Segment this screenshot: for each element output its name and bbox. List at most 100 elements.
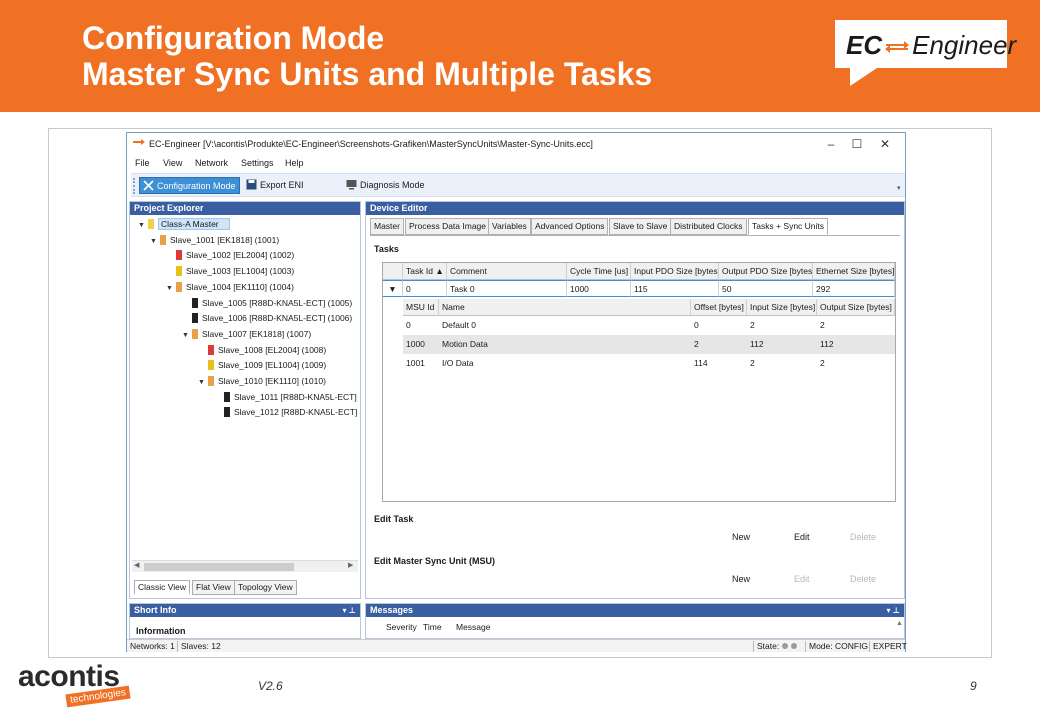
collapse-icon[interactable]: ▼ — [138, 219, 148, 233]
tab-flat-view[interactable]: Flat View — [192, 580, 235, 595]
diagnosis-mode-button[interactable]: Diagnosis Mode — [343, 177, 428, 194]
task-delete-button[interactable]: Delete — [850, 532, 876, 542]
task-edit-button[interactable]: Edit — [794, 532, 810, 542]
page-number: 9 — [970, 679, 977, 693]
tree-node[interactable]: Slave_1002 [EL2004] (1002) — [166, 248, 294, 262]
tree-node[interactable]: Slave_1008 [EL2004] (1008) — [198, 343, 326, 357]
col-offset[interactable]: Offset [bytes] — [691, 299, 747, 316]
device-icon — [192, 297, 198, 308]
msu-cell[interactable]: 112 — [747, 336, 817, 353]
msu-cell[interactable]: 0 — [691, 317, 747, 334]
task-new-button[interactable]: New — [732, 532, 750, 542]
col-output-size[interactable]: Output Size [bytes] — [817, 299, 895, 316]
arrows-icon — [884, 40, 910, 54]
col-message[interactable]: Message — [456, 622, 491, 632]
menu-help[interactable]: Help — [285, 158, 304, 168]
col-ethernet-size[interactable]: Ethernet Size [bytes] — [813, 263, 895, 280]
tools-icon — [143, 180, 154, 191]
minimize-icon[interactable]: – — [823, 136, 839, 152]
tree-node[interactable]: Slave_1006 [R88D-KNA5L-ECT] (1006) — [182, 311, 352, 325]
tree-node[interactable]: ▼ Slave_1001 [EK1818] (1001) — [150, 233, 279, 247]
scroll-right-icon[interactable]: ▶ — [348, 561, 353, 569]
scroll-left-icon[interactable]: ◀ — [134, 561, 139, 569]
msu-cell[interactable]: 112 — [817, 336, 895, 353]
task-id-cell[interactable]: 0 — [403, 280, 447, 297]
tree-node[interactable]: Slave_1011 [R88D-KNA5L-ECT] — [214, 390, 357, 404]
task-comment-cell[interactable]: Task 0 — [447, 280, 567, 297]
tree-node[interactable]: Slave_1009 [EL1004] (1009) — [198, 358, 326, 372]
task-ethernet-size-cell[interactable]: 292 — [813, 280, 895, 297]
task-output-pdo-cell[interactable]: 50 — [719, 280, 813, 297]
col-input-size[interactable]: Input Size [bytes] — [747, 299, 817, 316]
collapse-icon[interactable]: ▼ — [150, 235, 160, 249]
configuration-mode-button[interactable]: Configuration Mode — [139, 177, 240, 194]
msu-cell[interactable]: 2 — [817, 355, 895, 372]
messages-scroll-up-icon[interactable]: ▲ — [896, 620, 903, 627]
msu-delete-button[interactable]: Delete — [850, 574, 876, 584]
toolbar-overflow-icon[interactable]: ▾ — [897, 184, 901, 192]
tree-node[interactable]: ▼ Class-A Master — [138, 217, 230, 231]
msu-cell[interactable]: 1000 — [403, 336, 439, 353]
tab-tasks-sync-units[interactable]: Tasks + Sync Units — [748, 218, 829, 235]
col-msu-name[interactable]: Name — [439, 299, 691, 316]
tab-topology-view[interactable]: Topology View — [234, 580, 297, 595]
col-output-pdo-size[interactable]: Output PDO Size [bytes] — [719, 263, 813, 280]
tree-node[interactable]: Slave_1003 [EL1004] (1003) — [166, 264, 294, 278]
msu-cell[interactable]: 2 — [747, 317, 817, 334]
msu-cell[interactable]: Default 0 — [439, 317, 691, 334]
menu-file[interactable]: File — [135, 158, 150, 168]
acontis-logo: acontis technologies — [18, 660, 131, 710]
msu-cell[interactable]: 2 — [817, 317, 895, 334]
task-cycle-time-cell[interactable]: 1000 — [567, 280, 631, 297]
msu-cell[interactable]: 2 — [747, 355, 817, 372]
toolbar-grip[interactable] — [133, 178, 136, 194]
scroll-thumb[interactable] — [144, 563, 294, 571]
close-icon[interactable]: ✕ — [877, 136, 893, 152]
tab-distributed-clocks[interactable]: Distributed Clocks — [670, 218, 747, 235]
user-level: EXPERT — [873, 641, 907, 651]
tree-node-label: Slave_1005 [R88D-KNA5L-ECT] (1005) — [202, 297, 353, 308]
menu-view[interactable]: View — [163, 158, 182, 168]
tree-node[interactable]: Slave_1005 [R88D-KNA5L-ECT] (1005) — [182, 296, 352, 310]
tab-process-data-image[interactable]: Process Data Image — [405, 218, 491, 235]
msu-edit-button[interactable]: Edit — [794, 574, 810, 584]
tree-node[interactable]: ▼ Slave_1010 [EK1110] (1010) — [198, 374, 326, 388]
state-dot-1 — [782, 643, 789, 649]
col-severity[interactable]: Severity — [386, 622, 417, 632]
tree-node[interactable]: ▼ Slave_1007 [EK1818] (1007) — [182, 327, 311, 341]
tree-node[interactable]: Slave_1012 [R88D-KNA5L-ECT] — [214, 405, 357, 419]
tab-classic-view[interactable]: Classic View — [134, 580, 191, 595]
export-eni-button[interactable]: Export ENI — [243, 177, 307, 194]
tree-node[interactable]: ▼ Slave_1004 [EK1110] (1004) — [166, 280, 294, 294]
msu-cell[interactable]: 0 — [403, 317, 439, 334]
col-time[interactable]: Time — [423, 622, 442, 632]
pin-icon[interactable]: ▾ ⊥ — [342, 604, 356, 617]
col-comment[interactable]: Comment — [447, 263, 567, 280]
menu-settings[interactable]: Settings — [241, 158, 274, 168]
collapse-icon[interactable]: ▼ — [182, 329, 192, 343]
msu-cell[interactable]: 1001 — [403, 355, 439, 372]
msu-cell[interactable]: 114 — [691, 355, 747, 372]
col-cycle-time[interactable]: Cycle Time [us] — [567, 263, 631, 280]
collapse-icon[interactable]: ▼ — [198, 376, 208, 390]
col-msu-id[interactable]: MSU Id — [403, 299, 439, 316]
task-row-collapse-icon[interactable]: ▼ — [383, 280, 403, 297]
collapse-icon[interactable]: ▼ — [166, 282, 176, 296]
tab-slave-to-slave[interactable]: Slave to Slave — [609, 218, 672, 235]
state-indicator: State: — [757, 640, 798, 652]
msu-cell[interactable]: Motion Data — [439, 336, 691, 353]
tab-master[interactable]: Master — [370, 218, 404, 235]
messages-pin-icon[interactable]: ▾ ⊥ — [886, 604, 900, 617]
menu-network[interactable]: Network — [195, 158, 228, 168]
task-input-pdo-cell[interactable]: 115 — [631, 280, 719, 297]
tab-advanced-options[interactable]: Advanced Options — [531, 218, 609, 235]
col-input-pdo-size[interactable]: Input PDO Size [bytes] — [631, 263, 719, 280]
app-icon — [133, 139, 145, 147]
msu-cell[interactable]: I/O Data — [439, 355, 691, 372]
col-task-id[interactable]: Task Id ▲ — [403, 263, 447, 280]
explorer-hscrollbar[interactable]: ◀ ▶ — [132, 560, 358, 572]
tab-variables[interactable]: Variables — [488, 218, 531, 235]
msu-cell[interactable]: 2 — [691, 336, 747, 353]
msu-new-button[interactable]: New — [732, 574, 750, 584]
maximize-icon[interactable]: ☐ — [849, 136, 865, 152]
